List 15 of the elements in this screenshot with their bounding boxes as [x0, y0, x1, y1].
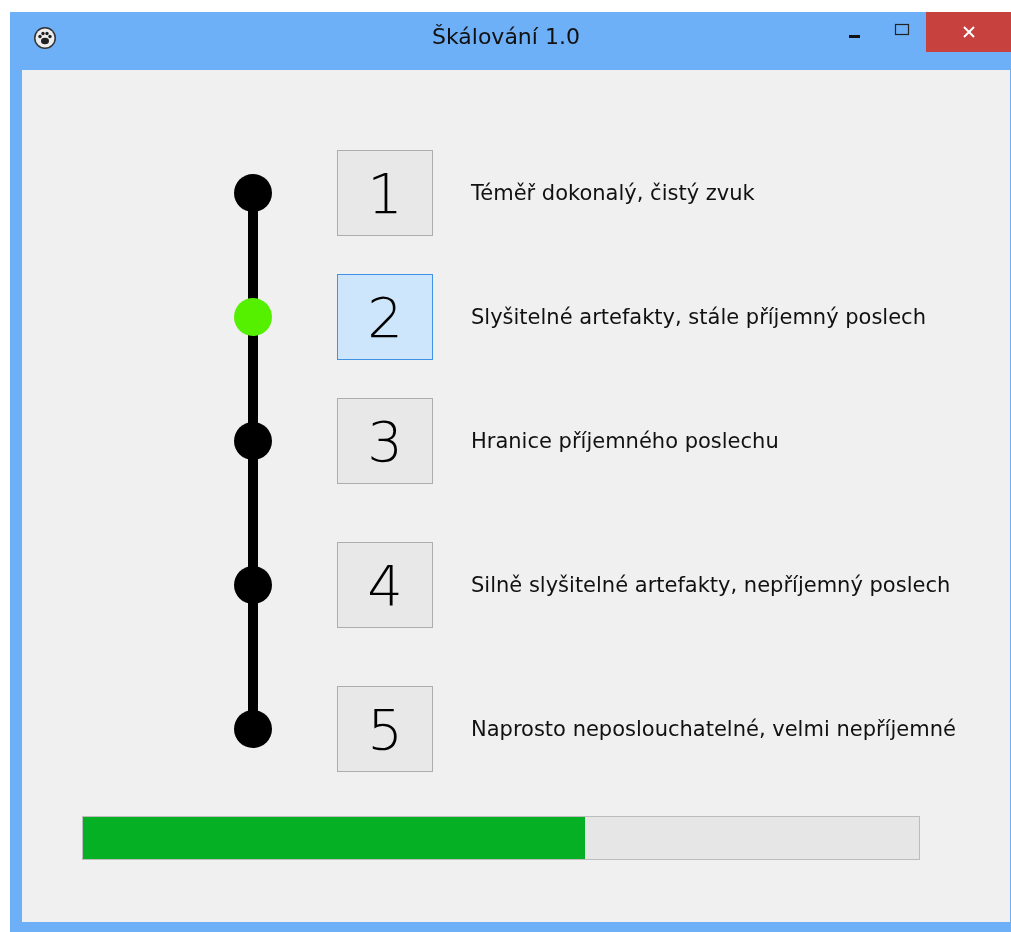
rating-button[interactable]: 4: [337, 542, 433, 628]
window-title: Škálování 1.0: [432, 24, 580, 49]
rating-description: Naprosto neposlouchatelné, velmi nepříjemné: [471, 717, 956, 741]
rating-button[interactable]: 3: [337, 398, 433, 484]
minimize-icon: [848, 34, 860, 38]
rating-description: Hranice příjemného poslechu: [471, 429, 779, 453]
rating-button[interactable]: 5: [337, 686, 433, 772]
rating-description: Téměř dokonalý, čistý zvuk: [471, 181, 755, 205]
close-icon: [961, 25, 976, 39]
rating-button[interactable]: 2: [337, 274, 433, 360]
rating-button[interactable]: 1: [337, 150, 433, 236]
paw-icon: [33, 26, 57, 50]
rating-description: Slyšitelné artefakty, stále příjemný poslech: [471, 305, 926, 329]
rating-description: Silně slyšitelné artefakty, nepříjemný poslech: [471, 573, 951, 597]
maximize-icon: [894, 23, 910, 37]
